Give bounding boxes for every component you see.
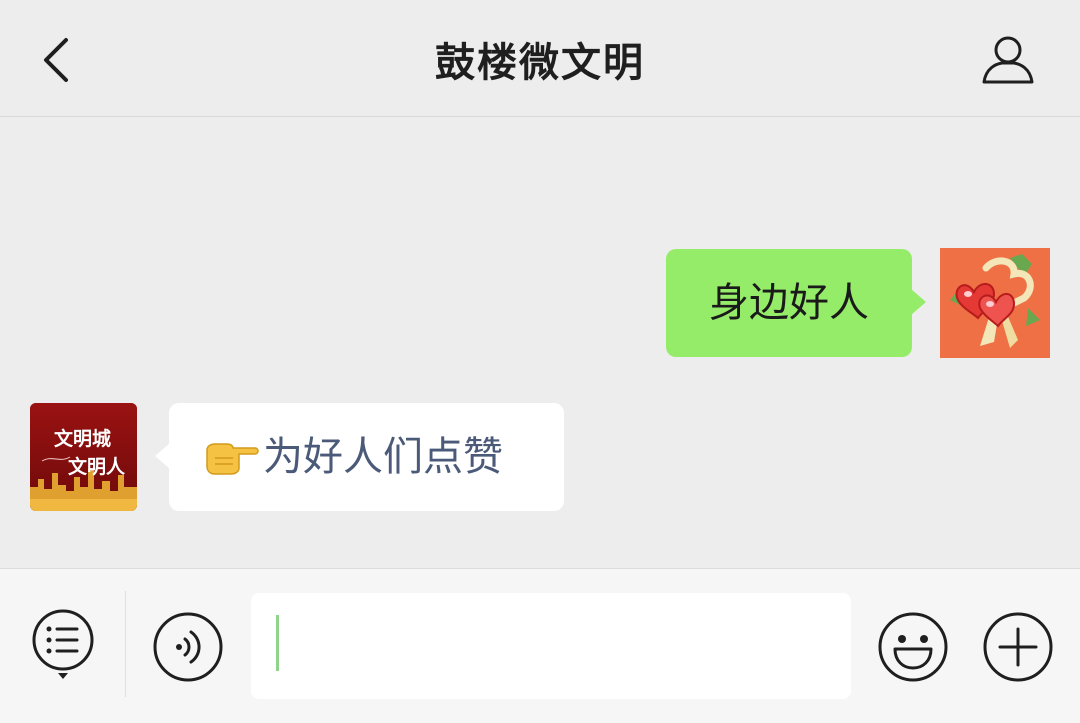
person-icon: [982, 36, 1034, 84]
pointing-right-emoji: [206, 443, 259, 475]
text-caret: [276, 615, 279, 671]
plus-circle-icon: [983, 612, 1053, 682]
message-text: 为好人们点赞: [263, 434, 503, 480]
logo-line-2: 文明人: [68, 455, 126, 478]
message-bubble-sent[interactable]: 身边好人: [666, 249, 926, 357]
hearts-bouquet-icon: [940, 248, 1050, 358]
profile-button[interactable]: [978, 32, 1038, 88]
message-input[interactable]: [251, 593, 851, 699]
chat-header: 鼓楼微文明: [0, 0, 1080, 117]
emoji-button[interactable]: [877, 611, 949, 683]
message-bubble-received[interactable]: 为好人们点赞: [155, 403, 564, 511]
voice-icon: [153, 612, 223, 682]
list-menu-icon: [32, 609, 94, 679]
logo-line-1: 文明城: [54, 427, 111, 450]
chat-area[interactable]: 身边好人 文明城 文明人 为好人们点赞: [0, 118, 1080, 568]
input-bar: [0, 568, 1080, 723]
city-logo-icon: 文明城 文明人: [30, 403, 137, 511]
voice-button[interactable]: [152, 611, 224, 683]
page-title: 鼓楼微文明: [435, 40, 645, 86]
message-text: 身边好人: [709, 280, 869, 326]
avatar-self[interactable]: [940, 248, 1050, 358]
menu-button[interactable]: [30, 609, 96, 683]
divider: [125, 591, 126, 697]
smiley-icon: [878, 612, 948, 682]
avatar-official-account[interactable]: 文明城 文明人: [30, 403, 137, 511]
more-button[interactable]: [982, 611, 1054, 683]
